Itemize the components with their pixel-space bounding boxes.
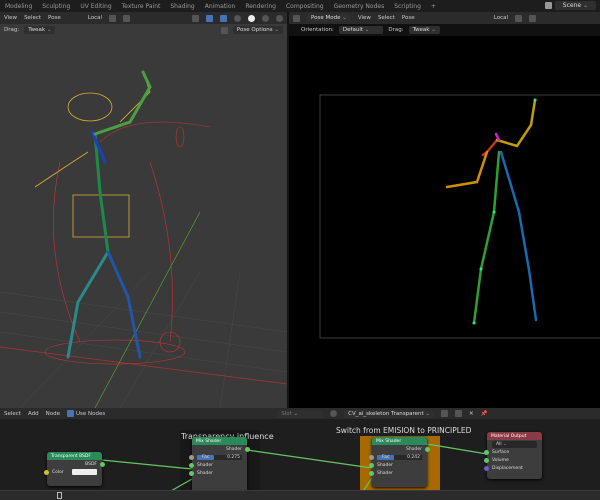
bsdf-output-socket[interactable] bbox=[100, 461, 105, 467]
add-workspace-button[interactable]: + bbox=[426, 3, 441, 10]
surface-label: Surface bbox=[492, 449, 510, 455]
scene-name[interactable]: Scene bbox=[554, 1, 596, 10]
workspace-tabs: Modeling Sculpting UV Editing Texture Pa… bbox=[0, 0, 540, 12]
status-bar bbox=[0, 490, 600, 500]
fac-socket[interactable] bbox=[189, 454, 194, 460]
displacement-socket[interactable] bbox=[484, 465, 489, 471]
scene-icon bbox=[544, 2, 552, 9]
control-rig bbox=[44, 121, 211, 365]
volume-socket[interactable] bbox=[484, 457, 489, 463]
shader-input-socket[interactable] bbox=[369, 470, 374, 476]
tab-compositing[interactable]: Compositing bbox=[281, 3, 329, 10]
shader-input-label: Shader bbox=[377, 470, 393, 476]
shader-input-label: Shader bbox=[197, 470, 213, 476]
fac-field[interactable]: 0.275 bbox=[214, 454, 242, 460]
armature-bones bbox=[66, 70, 152, 359]
right-camera-viewport[interactable]: Pose Mode View Select Pose Local Orienta… bbox=[289, 12, 600, 408]
node-title[interactable]: Material Output bbox=[487, 432, 542, 440]
tab-rendering[interactable]: Rendering bbox=[240, 3, 281, 10]
shader-input-socket[interactable] bbox=[369, 462, 374, 468]
camera-frame bbox=[319, 94, 600, 339]
tab-uv-editing[interactable]: UV Editing bbox=[75, 3, 116, 10]
tab-shading[interactable]: Shading bbox=[165, 3, 199, 10]
color-swatch[interactable] bbox=[72, 469, 97, 475]
fac-field[interactable]: 0.242 bbox=[394, 454, 422, 460]
mix-shader-node-1[interactable]: Mix Shader Shader Fac 0.275 Shader Shader bbox=[189, 437, 250, 492]
perspective-scene bbox=[0, 70, 287, 408]
tab-scripting[interactable]: Scripting bbox=[389, 3, 426, 10]
bsdf-output-label: BSDF bbox=[85, 461, 97, 467]
tab-texture-paint[interactable]: Texture Paint bbox=[117, 3, 166, 10]
surface-socket[interactable] bbox=[484, 449, 489, 455]
fac-label: Fac bbox=[197, 454, 215, 460]
color-input-socket[interactable] bbox=[44, 469, 49, 475]
x-axis-line bbox=[0, 346, 287, 385]
shader-input-socket[interactable] bbox=[189, 462, 194, 468]
shader-input-label: Shader bbox=[377, 462, 393, 468]
fac-label: Fac bbox=[377, 454, 395, 460]
node-title[interactable]: Mix Shader bbox=[192, 437, 247, 445]
tab-sculpting[interactable]: Sculpting bbox=[37, 3, 75, 10]
shader-output-socket[interactable] bbox=[425, 446, 430, 452]
y-axis-line bbox=[94, 211, 201, 408]
scene-selector[interactable]: Scene bbox=[544, 1, 596, 10]
shader-output-socket[interactable] bbox=[245, 446, 250, 452]
shader-output-label: Shader bbox=[406, 446, 422, 452]
shader-input-label: Shader bbox=[197, 462, 213, 468]
volume-label: Volume bbox=[492, 457, 509, 463]
armature-bones bbox=[445, 98, 538, 325]
tab-geometry-nodes[interactable]: Geometry Nodes bbox=[329, 3, 390, 10]
node-title[interactable]: Transparent BSDF bbox=[47, 452, 102, 460]
shader-output-label: Shader bbox=[226, 446, 242, 452]
material-output-node[interactable]: Material Output All Surface Volume Displ… bbox=[484, 432, 542, 479]
fac-socket[interactable] bbox=[369, 454, 374, 460]
grid-floor bbox=[0, 271, 287, 408]
color-label: Color bbox=[52, 469, 64, 475]
mix-shader-node-2[interactable]: Mix Shader Shader Fac 0.242 Shader Shader bbox=[369, 437, 430, 487]
transparent-bsdf-node[interactable]: Transparent BSDF BSDF Color bbox=[44, 452, 105, 486]
tab-modeling[interactable]: Modeling bbox=[0, 3, 37, 10]
displacement-label: Displacement bbox=[492, 465, 523, 471]
selected-bones bbox=[34, 71, 151, 238]
tab-animation[interactable]: Animation bbox=[200, 3, 241, 10]
target-dropdown[interactable]: All bbox=[492, 440, 537, 448]
shader-input-socket[interactable] bbox=[189, 470, 194, 476]
camera-view bbox=[319, 94, 600, 339]
node-title[interactable]: Mix Shader bbox=[372, 437, 427, 445]
file-icon bbox=[57, 492, 62, 499]
left-3d-viewport[interactable]: View Select Pose Local Drag: Tweak Pose … bbox=[0, 12, 287, 408]
shader-node-editor[interactable]: Select Add Node Use Nodes Slot CV_ai_ske… bbox=[0, 408, 600, 500]
